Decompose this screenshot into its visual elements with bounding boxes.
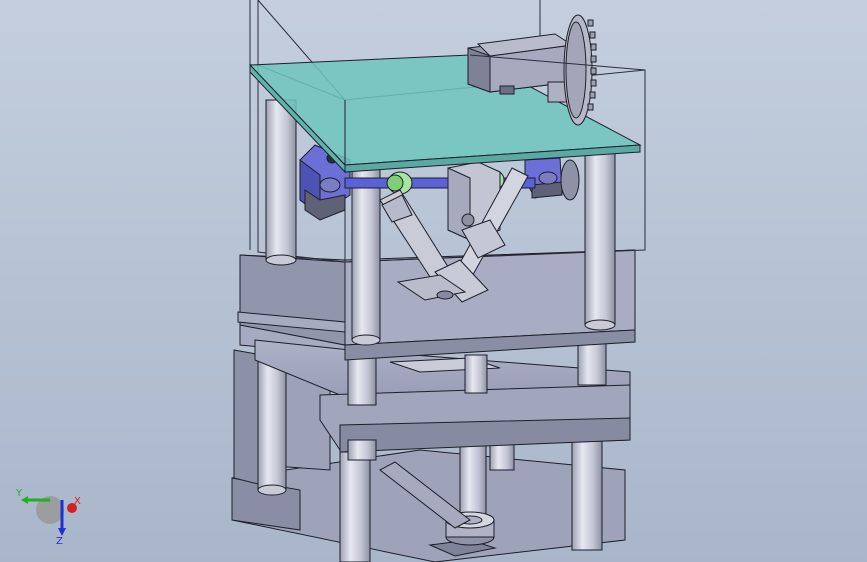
triad-z-arrow-icon xyxy=(58,528,66,536)
left-guide-rods[interactable] xyxy=(257,359,287,496)
cad-graphics-viewport[interactable]: Y X Z xyxy=(0,0,867,562)
assembly-model[interactable] xyxy=(0,0,867,562)
triad-y-label: Y xyxy=(15,488,23,499)
coordinate-triad[interactable]: Y X Z xyxy=(14,486,86,546)
triad-z-label: Z xyxy=(56,536,63,546)
triad-x-label: X xyxy=(74,496,81,507)
